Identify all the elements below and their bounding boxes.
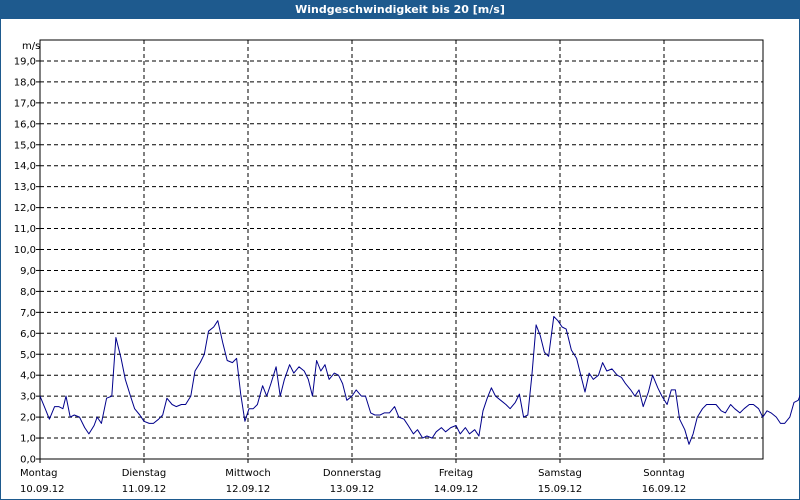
y-tick-label: 8,0 — [20, 287, 36, 298]
y-tick-label: 2,0 — [20, 413, 36, 424]
y-tick-label: 0,0 — [20, 455, 36, 466]
x-tick-weekday-label: Donnerstag — [323, 468, 381, 479]
x-tick-weekday-label: Dienstag — [122, 468, 167, 479]
x-tick-weekday-label: Mittwoch — [225, 468, 270, 479]
y-tick-label: 6,0 — [20, 329, 36, 340]
y-tick-label: 17,0 — [14, 98, 36, 109]
x-tick-date-label: 11.09.12 — [122, 484, 167, 495]
x-tick-date-label: 15.09.12 — [538, 484, 583, 495]
x-tick-weekday-label: Freitag — [439, 468, 473, 479]
x-tick-date-label: 10.09.12 — [20, 484, 65, 495]
x-tick-weekday-label: Montag — [20, 468, 57, 479]
x-tick-weekday-label: Samstag — [538, 468, 582, 479]
y-tick-label: 12,0 — [14, 203, 36, 214]
x-tick-date-label: 12.09.12 — [226, 484, 271, 495]
y-tick-label: 14,0 — [14, 161, 36, 172]
y-tick-label: 16,0 — [14, 119, 36, 130]
wind-speed-line — [39, 316, 800, 445]
y-tick-label: 10,0 — [14, 245, 36, 256]
x-tick-date-label: 14.09.12 — [434, 484, 479, 495]
y-tick-label: 11,0 — [14, 224, 36, 235]
y-tick-label: 5,0 — [20, 350, 36, 361]
y-tick-label: 4,0 — [20, 371, 36, 382]
y-tick-label: 15,0 — [14, 140, 36, 151]
y-axis-unit-label: m/s — [22, 41, 40, 52]
x-tick-date-label: 16.09.12 — [642, 484, 687, 495]
y-tick-label: 19,0 — [14, 56, 36, 67]
x-tick-weekday-label: Sonntag — [643, 468, 685, 479]
wind-speed-chart: m/s 0,0 1,0 2,0 3,0 4,0 5,0 6,0 7,0 8,0 9,0 10,0 11… — [14, 39, 800, 495]
y-tick-label: 3,0 — [20, 392, 36, 403]
y-tick-label: 9,0 — [20, 266, 36, 277]
y-tick-label: 7,0 — [20, 308, 36, 319]
y-tick-label: 13,0 — [14, 182, 36, 193]
y-tick-label: 18,0 — [14, 77, 36, 88]
x-tick-date-label: 13.09.12 — [330, 484, 375, 495]
y-tick-label: 1,0 — [20, 434, 36, 445]
